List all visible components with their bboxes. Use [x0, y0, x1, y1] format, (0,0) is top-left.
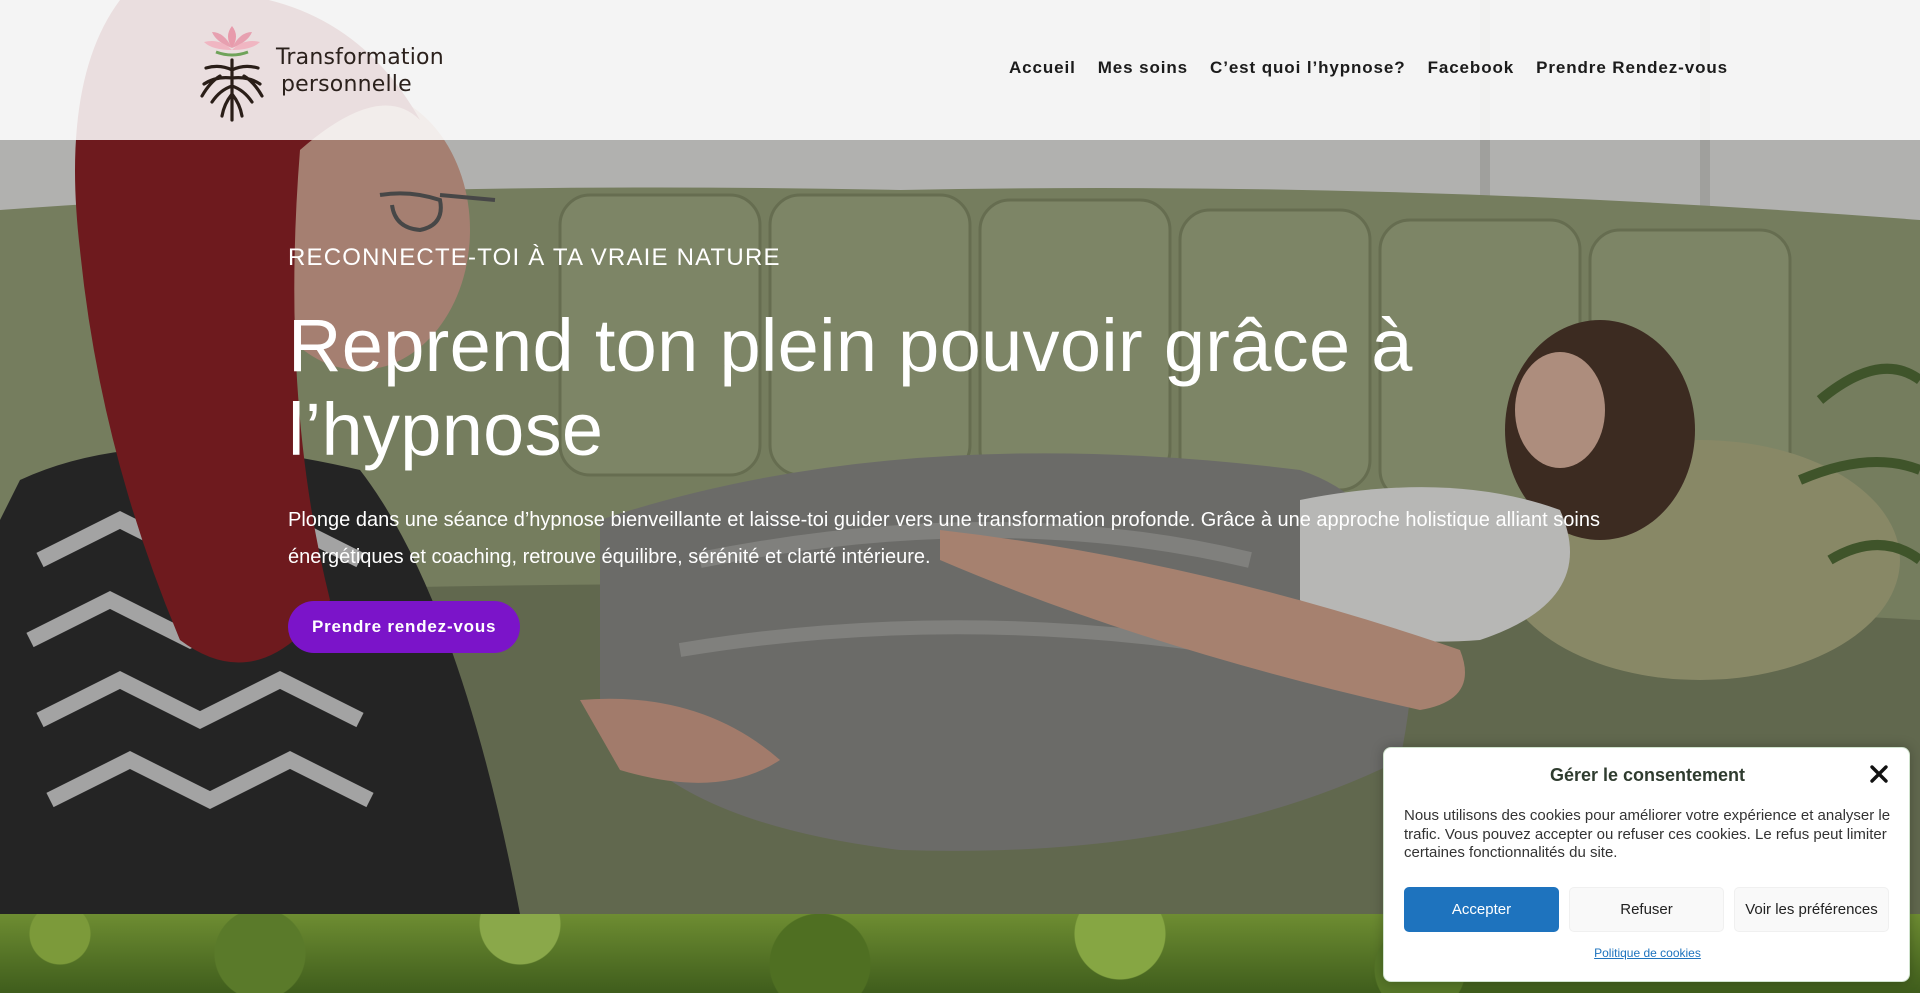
- nav-item-accueil[interactable]: Accueil: [1009, 58, 1076, 78]
- accept-cookies-button[interactable]: Accepter: [1404, 887, 1559, 932]
- site-logo-link[interactable]: Transformation personnelle: [190, 18, 450, 123]
- lotus-tree-roots-logo-icon: [200, 26, 264, 122]
- consent-buttons: Accepter Refuser Voir les préférences: [1404, 887, 1889, 932]
- hero-headline: Reprend ton plein pouvoir grâce à l’hypn…: [288, 304, 1413, 471]
- consent-title: Gérer le consentement: [1549, 765, 1746, 785]
- hero-section: RECONNECTE-TOI À TA VRAIE NATURE Reprend…: [288, 244, 1628, 653]
- site-header: Transformation personnelle Accueil Mes s…: [0, 0, 1920, 140]
- consent-message: Nous utilisons des cookies pour améliore…: [1404, 807, 1891, 861]
- deny-cookies-button[interactable]: Refuser: [1569, 887, 1724, 932]
- site-logo-text: Transformation personnelle: [276, 44, 444, 98]
- main-navigation: Accueil Mes soins C’est quoi l’hypnose? …: [987, 58, 1728, 78]
- cookie-consent-dialog: Gérer le consentement Nous utilisons des…: [1383, 747, 1910, 982]
- nav-item-facebook[interactable]: Facebook: [1428, 58, 1515, 78]
- nav-item-rendez-vous[interactable]: Prendre Rendez-vous: [1536, 58, 1728, 78]
- close-icon[interactable]: [1867, 762, 1891, 786]
- hero-eyebrow: RECONNECTE-TOI À TA VRAIE NATURE: [288, 244, 781, 271]
- logo-line-1: Transformation: [276, 44, 444, 70]
- logo-line-2: personnelle: [281, 71, 412, 97]
- nav-item-hypnose[interactable]: C’est quoi l’hypnose?: [1210, 58, 1406, 78]
- nav-item-mes-soins[interactable]: Mes soins: [1098, 58, 1188, 78]
- book-appointment-button[interactable]: Prendre rendez-vous: [288, 601, 521, 653]
- hero-lead-text: Plonge dans une séance d’hypnose bienvei…: [288, 509, 1600, 568]
- view-preferences-button[interactable]: Voir les préférences: [1734, 887, 1889, 932]
- cookie-policy-link[interactable]: Politique de cookies: [1384, 946, 1911, 960]
